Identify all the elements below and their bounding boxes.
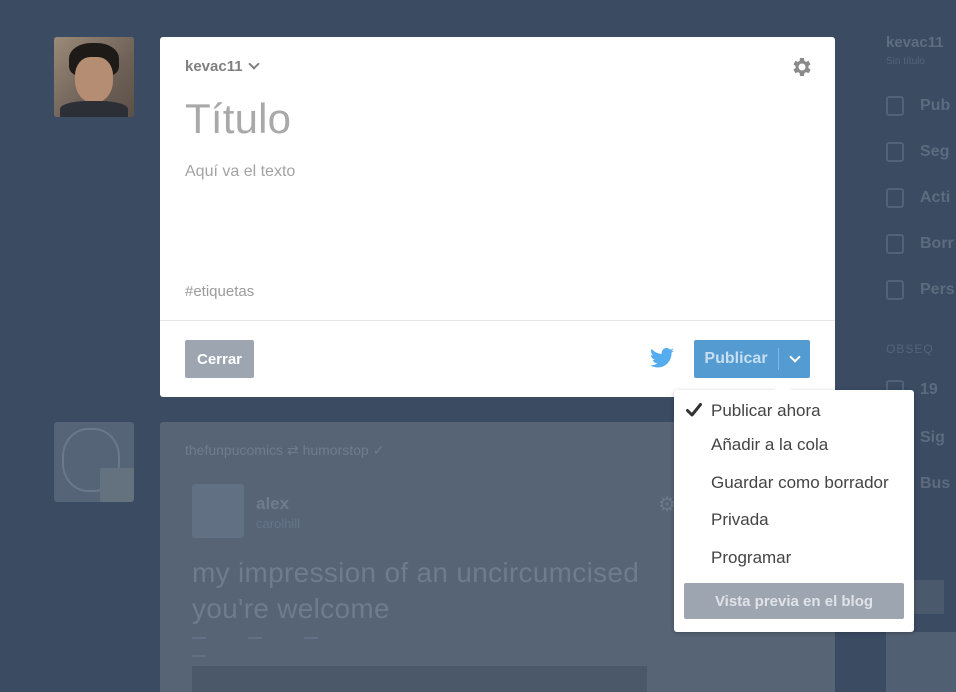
reblog-avatar <box>192 484 244 538</box>
menu-item-schedule[interactable]: Programar <box>674 541 914 575</box>
chevron-down-icon <box>788 351 801 363</box>
sidebar-block <box>886 632 956 692</box>
reblog-subtitle: carolhill <box>256 516 301 531</box>
post-text: my impression of an uncircumcised you're… <box>192 557 640 624</box>
checkmark-icon <box>686 403 702 417</box>
sidebar-item-posts: Pub <box>886 96 956 122</box>
post-author-avatar <box>54 422 134 502</box>
avatar <box>54 37 134 117</box>
blog-selector[interactable]: kevac11 <box>185 58 260 75</box>
menu-item-private[interactable]: Privada <box>674 503 914 537</box>
preview-on-blog-button[interactable]: Vista previa en el blog <box>684 583 904 619</box>
gear-icon[interactable] <box>789 55 813 79</box>
post-image <box>192 666 647 692</box>
sidebar-section-head: OBSEQ <box>886 342 934 356</box>
post-header: thefunpucomics ⇄ humorstop ✓ <box>185 442 385 458</box>
publish-options-menu: Publicar ahora Añadir a la cola Guardar … <box>674 381 914 632</box>
publish-button-group: Publicar <box>694 340 810 378</box>
blog-selector-label: kevac11 <box>185 58 243 75</box>
menu-item-label: Publicar ahora <box>711 401 821 420</box>
sidebar-blog-name: kevac11 <box>886 34 944 51</box>
close-button[interactable]: Cerrar <box>185 340 254 378</box>
menu-item-label: Privada <box>711 510 769 529</box>
sidebar-item-activity: Acti <box>886 188 956 214</box>
tags-input[interactable]: #etiquetas <box>185 283 255 301</box>
menu-item-label: Añadir a la cola <box>711 435 829 454</box>
menu-item-label: Guardar como borrador <box>711 473 889 492</box>
post-actions <box>192 634 392 657</box>
footer-divider <box>160 320 835 321</box>
twitter-icon[interactable] <box>650 347 674 369</box>
title-input[interactable]: Título <box>185 95 291 143</box>
sidebar-tile <box>910 580 944 614</box>
menu-item-save-draft[interactable]: Guardar como borrador <box>674 466 914 500</box>
reblog-username: alex <box>256 494 290 513</box>
menu-item-publish-now[interactable]: Publicar ahora <box>674 394 914 428</box>
sidebar-item-customize: Pers <box>886 280 956 306</box>
body-text-input[interactable]: Aquí va el texto <box>185 163 295 181</box>
publish-button[interactable]: Publicar <box>694 350 778 368</box>
post-composer: kevac11 Título Aquí va el texto #etiquet… <box>160 37 835 397</box>
chevron-down-icon <box>247 58 260 70</box>
sidebar-item-followers: Seg <box>886 142 956 168</box>
menu-item-label: Programar <box>711 548 792 567</box>
publish-options-toggle[interactable] <box>779 340 810 378</box>
menu-item-add-to-queue[interactable]: Añadir a la cola <box>674 428 914 462</box>
sidebar-blog-subtitle: Sin título <box>886 56 925 67</box>
sidebar-item-drafts: Borr <box>886 234 956 260</box>
